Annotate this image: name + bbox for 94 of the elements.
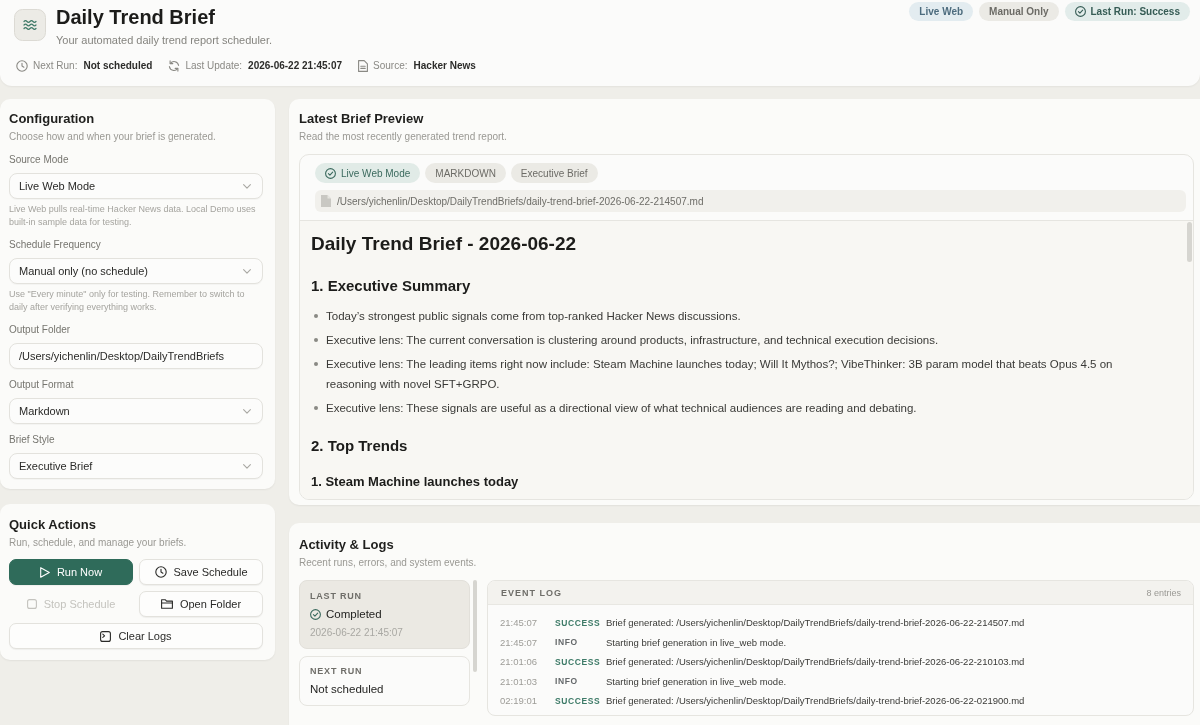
check-circle-icon xyxy=(325,167,336,179)
action-button[interactable]: Run Now xyxy=(9,559,133,585)
log-time: 21:45:07 xyxy=(500,636,538,648)
summary-label: NEXT RUN xyxy=(310,665,364,677)
meta-value: Hacker News xyxy=(413,59,476,73)
log-time: 21:01:06 xyxy=(500,656,538,668)
file-icon xyxy=(321,195,331,207)
help-text: Live Web pulls real-time Hacker News data. Local Demo uses built-in sample data for testing. xyxy=(9,203,257,229)
card-subtitle: Recent runs, errors, and system events. xyxy=(299,556,478,570)
log-message: Brief generated: /Users/yichenlin/Desktop/DailyTrendBriefs/daily-trend-brief-2026-06-22-214507.md xyxy=(606,617,1025,629)
bullet-icon xyxy=(314,314,318,318)
chevron-down-icon xyxy=(243,463,251,469)
document-icon xyxy=(358,60,369,72)
summary-card[interactable]: NEXT RUN Not scheduled xyxy=(299,656,470,706)
log-level: INFO xyxy=(555,676,579,687)
card-title: Latest Brief Preview xyxy=(299,111,425,127)
log-message: Brief generated: /Users/yichenlin/Desktop/DailyTrendBriefs/daily-trend-brief-2026-06-22-021900.md xyxy=(606,695,1025,707)
scrollbar-thumb[interactable] xyxy=(1187,222,1192,262)
log-message: Starting brief generation in live_web mode. xyxy=(606,675,787,687)
summary-value: Not scheduled xyxy=(310,682,384,697)
field-label: Schedule Frequency xyxy=(9,238,102,252)
log-message: Brief generated: /Users/yichenlin/Desktop/DailyTrendBriefs/daily-trend-brief-2026-06-22-210103.md xyxy=(606,656,1025,668)
subsection-heading: 1. Steam Machine launches today xyxy=(311,473,520,491)
summary-value: Completed xyxy=(326,607,382,622)
bullet-text: Today’s strongest public signals come from top-ranked Hacker News discussions. xyxy=(326,309,741,324)
bullet-text: Executive lens: The leading items right now include: Steam Machine launches today; Will It Mythos?; VibeThinker: 3B param model that beats Opus 4.5 on reasoning with novel SFT+GRPO. xyxy=(326,357,1114,392)
clock-icon xyxy=(154,566,167,578)
tag-chip: Executive Brief xyxy=(510,163,598,183)
text-field[interactable]: /Users/yichenlin/Desktop/DailyTrendBriefs xyxy=(9,343,263,369)
app-subtitle: Your automated daily trend report scheduler. xyxy=(56,33,273,47)
play-icon xyxy=(39,566,50,578)
folder-icon xyxy=(160,599,173,609)
help-text: Use "Every minute" only for testing. Remember to switch to daily after verifying everything works. xyxy=(9,288,246,314)
bullet-text: Executive lens: The current conversation is clustering around products, infrastructure, and technical execution decisions. xyxy=(326,333,939,348)
log-level: SUCCESS xyxy=(555,695,602,706)
waves-icon xyxy=(14,9,46,41)
field-label: Output Format xyxy=(9,378,75,392)
section-heading: 2. Top Trends xyxy=(311,436,409,456)
dropdown-field[interactable]: Executive Brief xyxy=(9,453,263,479)
log-time: 21:45:07 xyxy=(500,617,538,629)
meta-value: Not scheduled xyxy=(83,59,153,73)
dropdown-field[interactable]: Markdown xyxy=(9,398,263,424)
card-subtitle: Run, schedule, and manage your briefs. xyxy=(9,536,188,550)
card-subtitle: Read the most recently generated trend report. xyxy=(299,130,508,144)
terminal-icon xyxy=(100,630,112,642)
field-label: Brief Style xyxy=(9,433,56,447)
dropdown-field[interactable]: Manual only (no schedule) xyxy=(9,258,263,284)
dropdown-field[interactable]: Live Web Mode xyxy=(9,173,263,199)
bullet-icon xyxy=(314,406,318,410)
action-button[interactable]: Clear Logs xyxy=(9,623,263,649)
log-level: SUCCESS xyxy=(555,656,602,667)
log-time: 21:01:03 xyxy=(500,675,538,687)
meta-label: Next Run: xyxy=(33,59,78,73)
refresh-icon xyxy=(168,60,181,72)
log-level: INFO xyxy=(555,637,579,648)
file-path: /Users/yichenlin/Desktop/DailyTrendBriefs/daily-trend-brief-2026-06-22-214507.md xyxy=(337,195,704,207)
chevron-down-icon xyxy=(243,408,251,414)
document-title: Daily Trend Brief - 2026-06-22 xyxy=(311,232,578,256)
log-level: SUCCESS xyxy=(555,617,602,628)
card-title: Configuration xyxy=(9,111,96,127)
bullet-icon xyxy=(314,362,318,366)
summary-label: LAST RUN xyxy=(310,590,363,602)
tag-badge: Live Web xyxy=(909,2,974,21)
field-label: Output Folder xyxy=(9,323,72,337)
tag-badge: Manual Only xyxy=(979,2,1059,21)
tag-chip: MARKDOWN xyxy=(425,163,506,183)
meta-label: Last Update: xyxy=(185,59,243,73)
entry-count: 8 entries xyxy=(1146,587,1181,598)
chevron-down-icon xyxy=(243,268,251,274)
square-icon xyxy=(26,599,37,609)
clock-icon xyxy=(16,60,28,72)
meta-value: 2026-06-22 21:45:07 xyxy=(248,59,343,73)
bullet-text: Executive lens: These signals are useful as a directional view of what technical audiences are reading and debating. xyxy=(326,401,917,416)
app-title: Daily Trend Brief xyxy=(56,5,216,29)
event-log-title: EVENT LOG xyxy=(501,587,562,598)
summary-card[interactable]: LAST RUN Completed 2026-06-22 21:45:07 xyxy=(299,580,470,649)
action-button[interactable]: Save Schedule xyxy=(139,559,263,585)
meta-label: Source: xyxy=(373,59,408,73)
status-text: Live Web Mode xyxy=(341,167,411,179)
action-button[interactable]: Open Folder xyxy=(139,591,263,617)
card-title: Quick Actions xyxy=(9,517,97,533)
log-message: Starting brief generation in live_web mode. xyxy=(606,636,787,648)
bullet-icon xyxy=(314,338,318,342)
check-circle-icon xyxy=(1074,6,1086,17)
check-circle-icon xyxy=(310,608,321,620)
scrollbar-thumb[interactable] xyxy=(473,580,477,672)
card-subtitle: Choose how and when your brief is generated. xyxy=(9,130,217,144)
chevron-down-icon xyxy=(243,183,251,189)
field-label: Source Mode xyxy=(9,153,70,167)
status-text: Last Run: Success xyxy=(1090,6,1180,17)
card-title: Activity & Logs xyxy=(299,537,395,553)
summary-detail: 2026-06-22 21:45:07 xyxy=(310,626,404,640)
section-heading: 1. Executive Summary xyxy=(311,276,472,296)
log-time: 02:19:01 xyxy=(500,695,538,707)
